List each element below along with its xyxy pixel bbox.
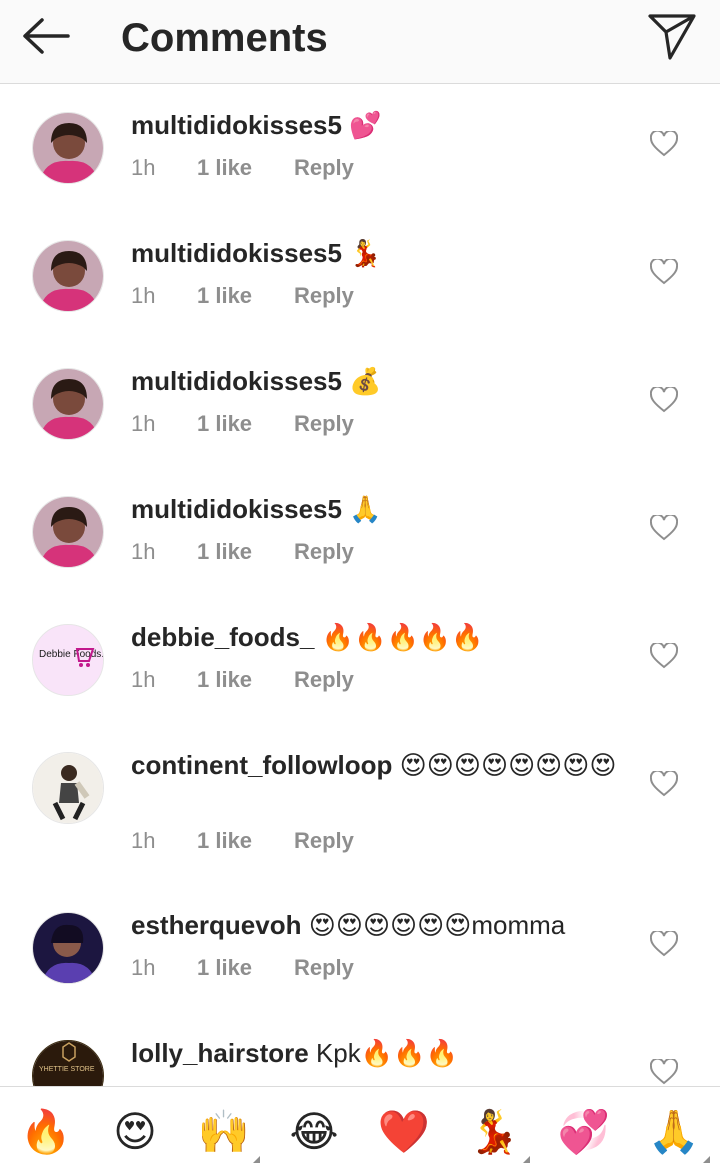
comment-text: estherquevoh 😍😍😍😍😍😍momma bbox=[131, 908, 641, 942]
like-heart-icon[interactable] bbox=[650, 131, 678, 157]
share-button[interactable] bbox=[644, 10, 700, 62]
heart-eyes-emoji-button[interactable]: 😍 bbox=[107, 1107, 163, 1157]
comment-username[interactable]: estherquevoh bbox=[131, 910, 302, 940]
comment-body: 😍😍😍😍😍😍😍😍 bbox=[399, 750, 617, 780]
folded-hands-emoji-button[interactable]: 🙏 bbox=[646, 1107, 710, 1163]
laughing-emoji-button[interactable]: 😂 bbox=[286, 1107, 342, 1157]
comment-text: multididokisses5 💕 bbox=[131, 108, 631, 142]
comment-list[interactable]: multididokisses5 💕 1h 1 like Reply multidi… bbox=[0, 84, 720, 1086]
reply-button[interactable]: Reply bbox=[294, 955, 354, 980]
comment-body: Kpk🔥🔥🔥 bbox=[315, 1038, 458, 1068]
avatar[interactable] bbox=[32, 240, 104, 312]
page-title: Comments bbox=[121, 16, 328, 60]
comment-meta: 1h 1 like Reply bbox=[131, 537, 354, 567]
reply-button[interactable]: Reply bbox=[294, 411, 354, 436]
dancer-emoji: 💃 bbox=[467, 1108, 521, 1155]
comment-text: multididokisses5 💃 bbox=[131, 236, 631, 270]
comment-likes[interactable]: 1 like bbox=[197, 537, 294, 567]
avatar[interactable] bbox=[32, 912, 104, 984]
comment-time: 1h bbox=[131, 411, 156, 436]
comment-time: 1h bbox=[131, 539, 156, 564]
avatar[interactable]: YHETTIE STORE bbox=[32, 1040, 104, 1086]
comment-meta: 1h 1 like Reply bbox=[131, 953, 354, 983]
comment-username[interactable]: lolly_hairstore bbox=[131, 1038, 309, 1068]
back-arrow-icon bbox=[23, 18, 70, 54]
comment-time: 1h bbox=[131, 155, 156, 180]
avatar[interactable] bbox=[32, 752, 104, 824]
fire-emoji-button[interactable]: 🔥 bbox=[18, 1107, 74, 1157]
comment-meta: 1h 1 like Reply bbox=[131, 153, 354, 183]
send-icon bbox=[648, 14, 696, 60]
avatar[interactable] bbox=[32, 496, 104, 568]
like-heart-icon[interactable] bbox=[650, 771, 678, 797]
comment-text: continent_followloop 😍😍😍😍😍😍😍😍 bbox=[131, 748, 621, 782]
comment-time: 1h bbox=[131, 667, 156, 692]
comment-body: 💃 bbox=[349, 238, 382, 268]
comment-text: multididokisses5 💰 bbox=[131, 364, 631, 398]
folded-hands-emoji: 🙏 bbox=[647, 1108, 701, 1155]
reply-button[interactable]: Reply bbox=[294, 828, 354, 853]
comment-time: 1h bbox=[131, 283, 156, 308]
comment-text: debbie_foods_ 🔥🔥🔥🔥🔥 bbox=[131, 620, 631, 654]
comment-likes[interactable]: 1 like bbox=[197, 953, 294, 983]
comment-likes[interactable]: 1 like bbox=[197, 153, 294, 183]
red-heart-emoji-button[interactable]: ❤️ bbox=[376, 1107, 432, 1157]
comment-time: 1h bbox=[131, 828, 156, 853]
variant-indicator-icon bbox=[253, 1156, 260, 1163]
comment-body: 💰 bbox=[349, 366, 382, 396]
comment-meta: 1h 1 like Reply bbox=[131, 826, 354, 856]
raised-hands-emoji-button[interactable]: 🙌 bbox=[196, 1107, 260, 1163]
back-button[interactable] bbox=[20, 14, 76, 58]
comment-body: 🙏 bbox=[349, 494, 382, 524]
comment-text: multididokisses5 🙏 bbox=[131, 492, 631, 526]
avatar[interactable] bbox=[32, 112, 104, 184]
reply-button[interactable]: Reply bbox=[294, 667, 354, 692]
comment-body: 😍😍😍😍😍😍momma bbox=[308, 910, 566, 940]
comment-body: 🔥🔥🔥🔥🔥 bbox=[321, 622, 484, 652]
comment-time: 1h bbox=[131, 955, 156, 980]
comment-meta: 1h 1 like Reply bbox=[131, 281, 354, 311]
comment-body: 💕 bbox=[349, 110, 382, 140]
comment-likes[interactable]: 1 like bbox=[197, 281, 294, 311]
comment-text: lolly_hairstore Kpk🔥🔥🔥 bbox=[131, 1036, 631, 1070]
avatar[interactable]: Debbie Foods... bbox=[32, 624, 104, 696]
comment-likes[interactable]: 1 like bbox=[197, 665, 294, 695]
avatar-logo-text: Debbie Foods... bbox=[39, 649, 104, 660]
comment-username[interactable]: multididokisses5 bbox=[131, 110, 342, 140]
variant-indicator-icon bbox=[703, 1156, 710, 1163]
quick-reaction-bar: 🔥 😍 🙌 😂 ❤️ 💃 💞 🙏 bbox=[0, 1086, 720, 1168]
comment-likes[interactable]: 1 like bbox=[197, 409, 294, 439]
avatar[interactable] bbox=[32, 368, 104, 440]
like-heart-icon[interactable] bbox=[650, 931, 678, 957]
comment-username[interactable]: multididokisses5 bbox=[131, 494, 342, 524]
reply-button[interactable]: Reply bbox=[294, 539, 354, 564]
like-heart-icon[interactable] bbox=[650, 259, 678, 285]
variant-indicator-icon bbox=[523, 1156, 530, 1163]
comment-username[interactable]: multididokisses5 bbox=[131, 238, 342, 268]
like-heart-icon[interactable] bbox=[650, 643, 678, 669]
reply-button[interactable]: Reply bbox=[294, 155, 354, 180]
dancer-emoji-button[interactable]: 💃 bbox=[466, 1107, 530, 1163]
header-bar: Comments bbox=[0, 0, 720, 84]
comment-username[interactable]: debbie_foods_ bbox=[131, 622, 314, 652]
like-heart-icon[interactable] bbox=[650, 1059, 678, 1085]
like-heart-icon[interactable] bbox=[650, 515, 678, 541]
comment-meta: 1h 1 like Reply bbox=[131, 665, 354, 695]
raised-hands-emoji: 🙌 bbox=[197, 1108, 251, 1155]
avatar-logo-text: YHETTIE STORE bbox=[39, 1066, 95, 1073]
comment-meta: 1h 1 like Reply bbox=[131, 409, 354, 439]
revolving-hearts-emoji-button[interactable]: 💞 bbox=[556, 1107, 612, 1157]
comment-username[interactable]: continent_followloop bbox=[131, 750, 392, 780]
like-heart-icon[interactable] bbox=[650, 387, 678, 413]
comment-likes[interactable]: 1 like bbox=[197, 826, 294, 856]
reply-button[interactable]: Reply bbox=[294, 283, 354, 308]
comment-username[interactable]: multididokisses5 bbox=[131, 366, 342, 396]
